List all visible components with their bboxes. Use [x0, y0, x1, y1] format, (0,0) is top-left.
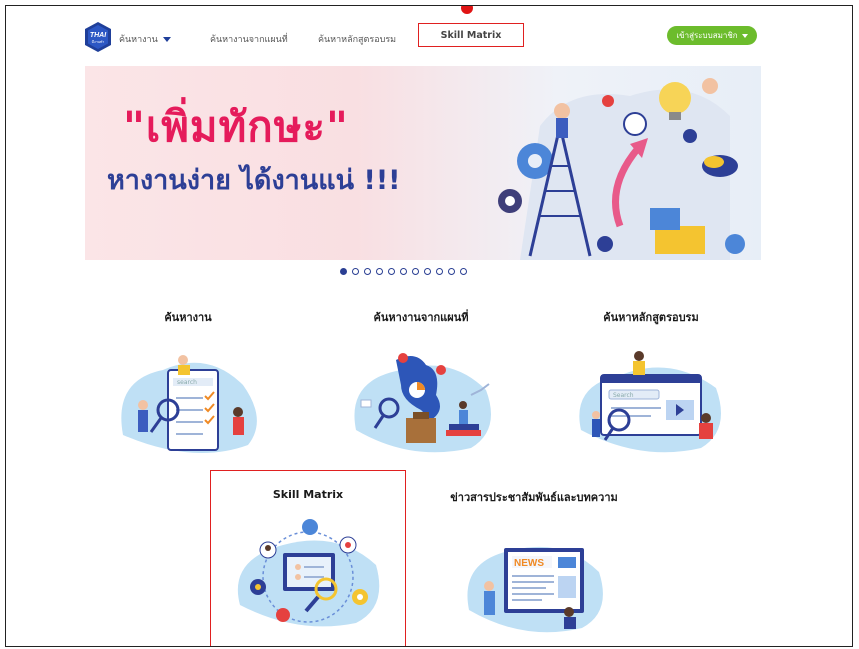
card-title: ค้นหางานจากแผนที่ [373, 311, 469, 324]
card-job-search[interactable]: ค้นหางาน search [108, 308, 268, 458]
thai-mee-ngan-tham-logo[interactable]: THAI มีงานทำ [83, 21, 113, 53]
svg-text:search: search [177, 379, 197, 386]
news-illustration-icon: NEWS [467, 546, 603, 633]
chevron-down-icon [162, 37, 171, 42]
banner-subline: หางานง่าย ได้งานแน่ !!! [107, 165, 401, 196]
carousel-indicators [340, 268, 467, 275]
carousel-dot[interactable] [412, 268, 419, 275]
banner-illustration [498, 78, 745, 260]
nav-item-label: ค้นหางาน [119, 35, 158, 45]
svg-text:NEWS: NEWS [514, 558, 544, 569]
top-navigation: THAI มีงานทำ ค้นหางาน ค้นหางานจากแผนที่ … [6, 6, 852, 64]
carousel-dot[interactable] [388, 268, 395, 275]
banner-headline: "เพิ่มทักษะ" [123, 102, 349, 151]
member-login-label: เข้าสู่ระบบสมาชิก [676, 31, 738, 40]
job-search-illustration-icon: search [121, 355, 257, 453]
map-search-illustration-icon [354, 353, 491, 453]
carousel-dot[interactable] [376, 268, 383, 275]
carousel-dot[interactable] [448, 268, 455, 275]
nav-item-job-search-map[interactable]: ค้นหางานจากแผนที่ [210, 32, 288, 46]
nav-item-label: ค้นหางานจากแผนที่ [210, 35, 288, 45]
card-map-search[interactable]: ค้นหางานจากแผนที่ [331, 308, 511, 458]
course-search-illustration-icon: Search [579, 351, 721, 453]
carousel-dot[interactable] [364, 268, 371, 275]
nav-item-skill-matrix[interactable]: Skill Matrix [418, 23, 524, 47]
svg-text:THAI: THAI [90, 32, 107, 39]
nav-item-label: ค้นหาหลักสูตรอบรม [318, 35, 397, 45]
page-frame: THAI มีงานทำ ค้นหางาน ค้นหางานจากแผนที่ … [5, 5, 853, 647]
annotation-marker [461, 6, 473, 14]
card-title: ค้นหางาน [164, 311, 212, 324]
nav-item-job-search[interactable]: ค้นหางาน [119, 32, 171, 46]
carousel-dot[interactable] [436, 268, 443, 275]
card-title: ข่าวสารประชาสัมพันธ์และบทความ [450, 491, 618, 504]
carousel-dot[interactable] [424, 268, 431, 275]
nav-item-label: Skill Matrix [440, 29, 502, 41]
card-title: ค้นหาหลักสูตรอบรม [603, 311, 699, 324]
skill-matrix-highlight-box [210, 470, 406, 646]
nav-item-course-search[interactable]: ค้นหาหลักสูตรอบรม [318, 32, 396, 46]
svg-text:มีงานทำ: มีงานทำ [92, 39, 105, 44]
card-news[interactable]: ข่าวสารประชาสัมพันธ์และบทความ NEWS [434, 488, 634, 638]
chevron-down-icon [741, 33, 748, 38]
card-course-search[interactable]: ค้นหาหลักสูตรอบรม Search [566, 308, 736, 458]
hero-banner[interactable]: "เพิ่มทักษะ" หางานง่าย ได้งานแน่ !!! [85, 66, 761, 260]
carousel-dot[interactable] [340, 268, 347, 275]
carousel-dot[interactable] [460, 268, 467, 275]
member-login-button[interactable]: เข้าสู่ระบบสมาชิก [667, 26, 757, 45]
carousel-dot[interactable] [352, 268, 359, 275]
carousel-dot[interactable] [400, 268, 407, 275]
svg-text:Search: Search [613, 392, 634, 399]
